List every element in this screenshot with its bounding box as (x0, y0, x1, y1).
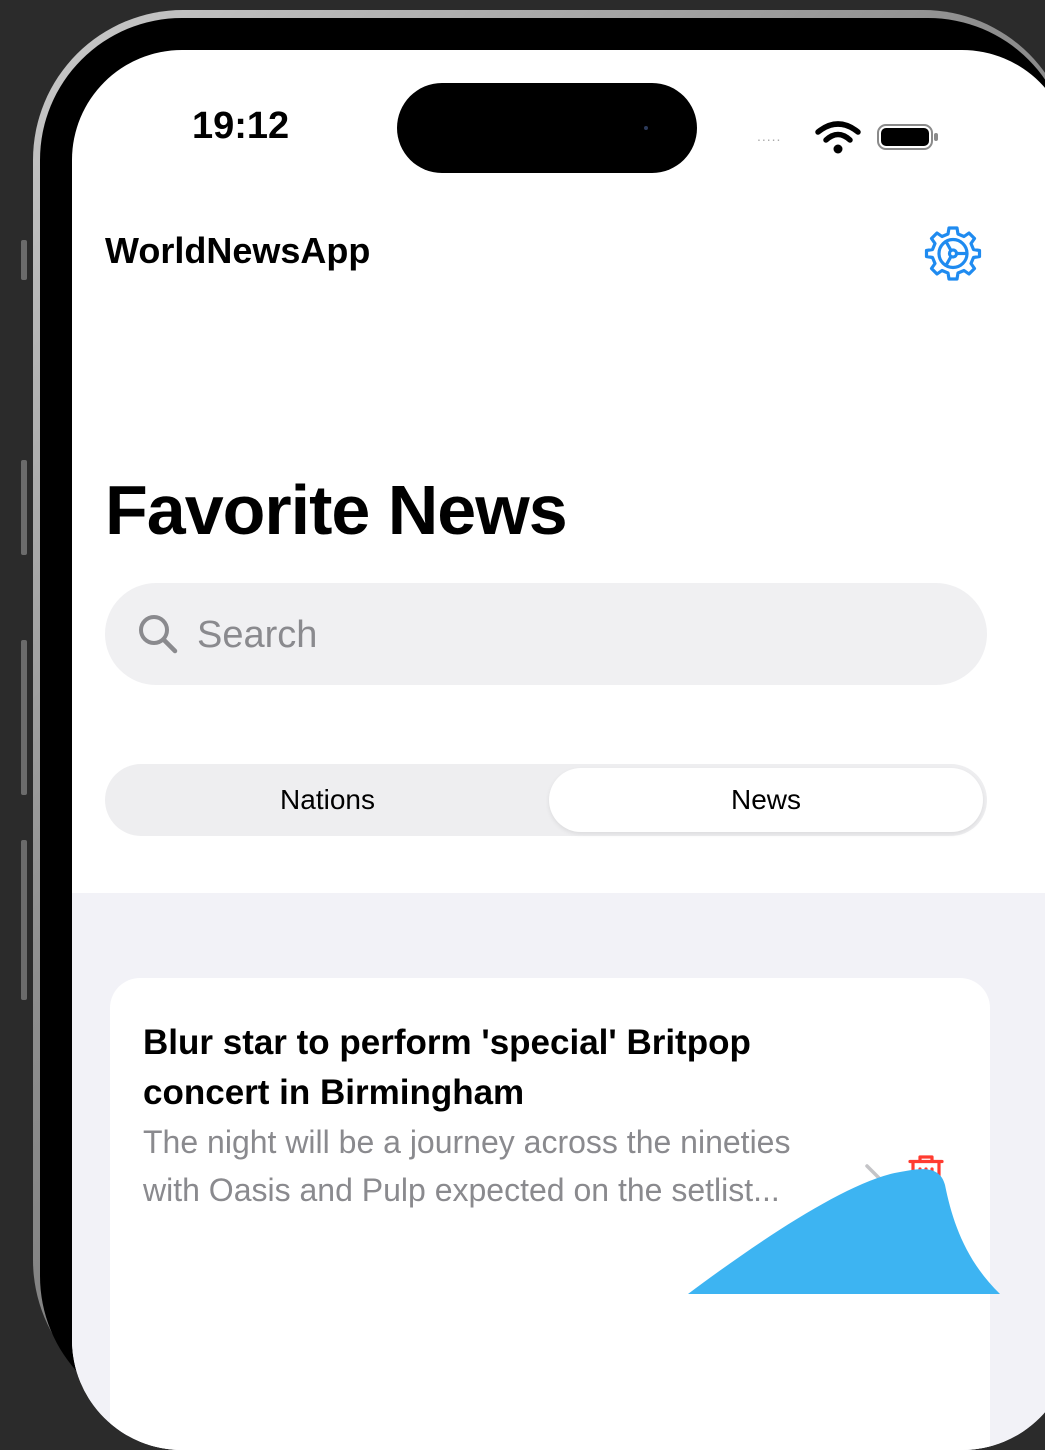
volume-up-button (21, 460, 27, 555)
battery-icon (877, 124, 938, 150)
settings-button[interactable] (924, 223, 982, 281)
dynamic-island (397, 83, 697, 173)
search-input[interactable] (195, 583, 959, 687)
segment-news-label: News (730, 784, 801, 815)
gear-icon (924, 226, 982, 281)
wifi-icon (815, 121, 861, 154)
segmented-control: Nations News (105, 764, 987, 836)
overlay-blob (688, 1169, 1000, 1294)
news-title: Blur star to perform 'special' Britpop c… (143, 1023, 751, 1112)
status-time: 19:12 (192, 105, 290, 147)
page-title: Favorite News (105, 471, 568, 549)
app-title: WorldNewsApp (105, 230, 371, 271)
camera-dot (644, 126, 648, 130)
search-icon (139, 615, 178, 654)
segment-nations-label: Nations (280, 784, 375, 815)
volume-lower-button (21, 840, 27, 1000)
segment-nations[interactable]: Nations (109, 768, 546, 832)
signal-icon: ..... (757, 128, 782, 144)
segment-news[interactable]: News (549, 768, 983, 832)
action-button (21, 240, 27, 280)
search-bar[interactable] (105, 583, 987, 687)
volume-down-button (21, 640, 27, 795)
